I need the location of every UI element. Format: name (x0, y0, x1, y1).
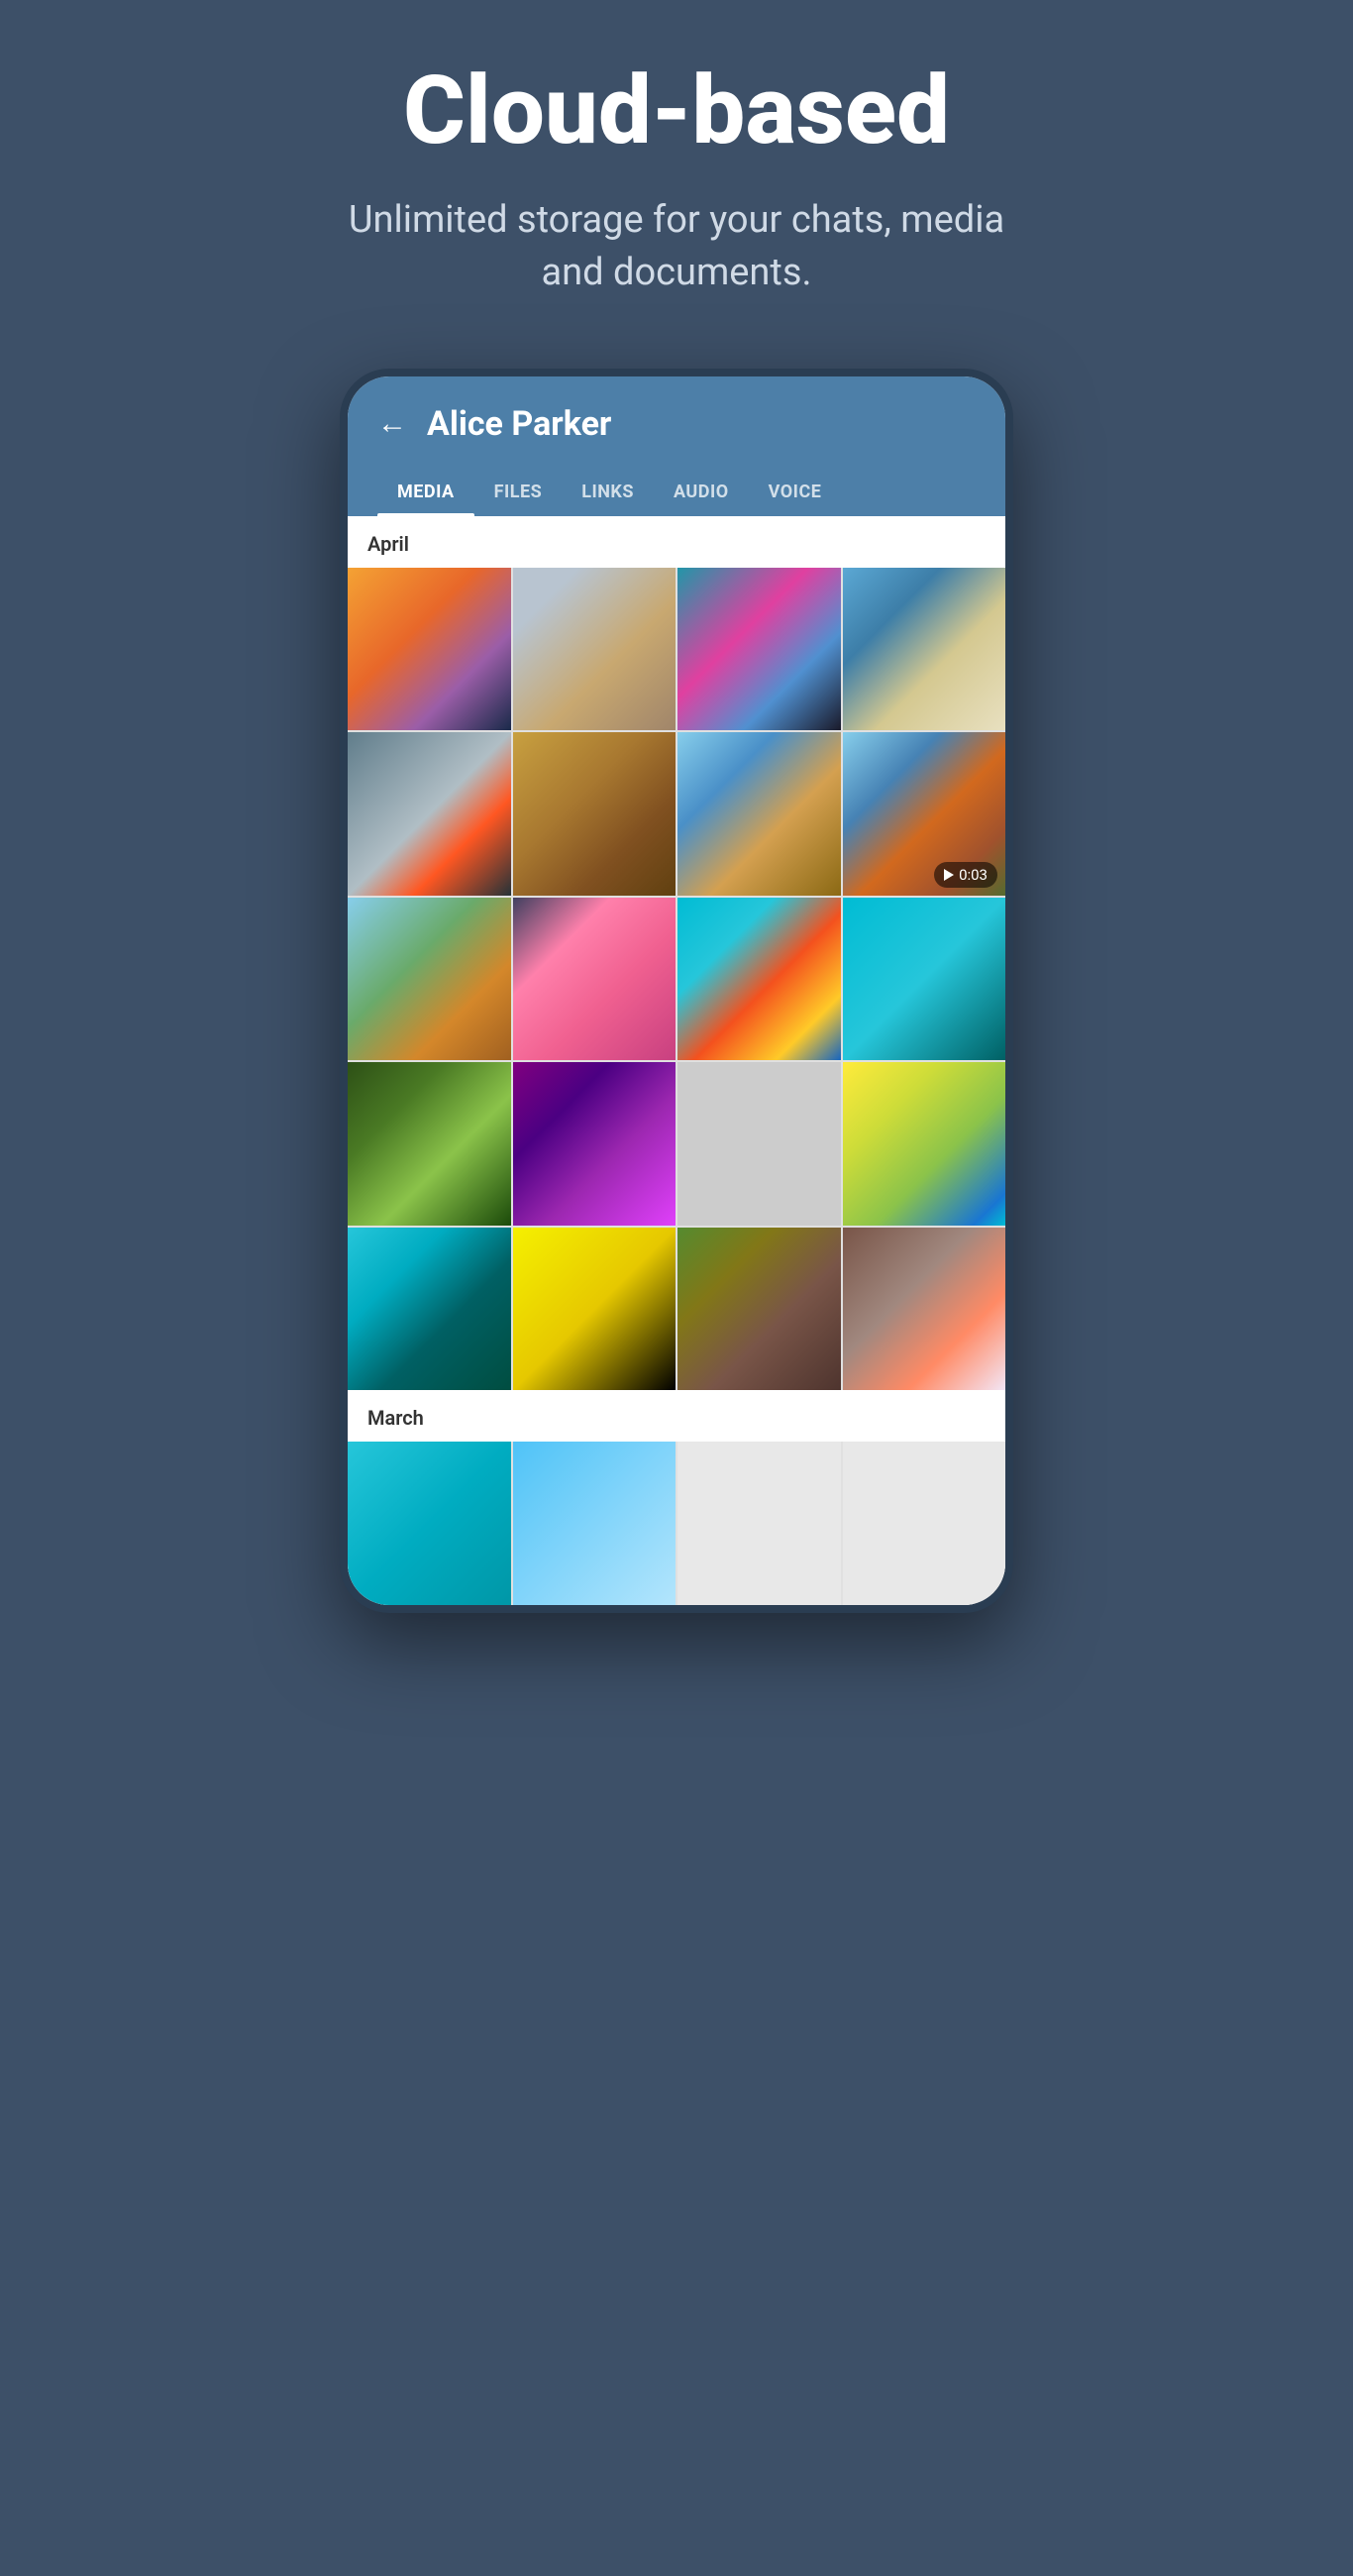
hero-subtitle: Unlimited storage for your chats, media … (330, 194, 1023, 299)
tab-voice[interactable]: VOICE (749, 468, 842, 516)
tab-audio[interactable]: AUDIO (654, 468, 749, 516)
photo-cell[interactable] (348, 1062, 511, 1226)
photo-cell[interactable] (348, 898, 511, 1061)
photo-cell[interactable] (677, 568, 841, 731)
march-photo-grid (348, 1442, 1005, 1605)
chat-name: Alice Parker (427, 404, 611, 444)
tab-links[interactable]: LINKS (562, 468, 654, 516)
photo-cell-video[interactable]: 0:03 (843, 732, 1006, 896)
photo-cell[interactable] (513, 568, 676, 731)
photo-cell[interactable] (513, 1228, 676, 1391)
section-label-march: March (348, 1390, 1005, 1442)
photo-cell[interactable] (348, 1228, 511, 1391)
april-photo-grid: 0:03 (348, 568, 1005, 1391)
photo-cell[interactable] (843, 1228, 1006, 1391)
photo-cell[interactable] (348, 732, 511, 896)
photo-cell[interactable] (348, 1442, 511, 1605)
photo-cell[interactable] (677, 898, 841, 1061)
photo-cell[interactable] (677, 732, 841, 896)
photo-cell[interactable] (843, 1062, 1006, 1226)
photo-cell[interactable] (513, 898, 676, 1061)
video-duration: 0:03 (959, 866, 988, 884)
section-label-april: April (348, 516, 1005, 568)
phone-header: ← Alice Parker MEDIA FILES LINKS AUDIO V… (348, 376, 1005, 516)
photo-cell[interactable] (348, 568, 511, 731)
back-button[interactable]: ← (377, 406, 407, 441)
tab-files[interactable]: FILES (474, 468, 563, 516)
photo-cell[interactable] (677, 1062, 841, 1226)
phone-mockup: ← Alice Parker MEDIA FILES LINKS AUDIO V… (340, 369, 1013, 1613)
photo-cell-empty (843, 1442, 1006, 1605)
phone-content: April 0:03 (348, 516, 1005, 1605)
photo-cell[interactable] (677, 1228, 841, 1391)
hero-title: Cloud-based (403, 59, 950, 164)
photo-cell-empty (677, 1442, 841, 1605)
tabs-row: MEDIA FILES LINKS AUDIO VOICE (377, 468, 976, 516)
photo-cell[interactable] (843, 568, 1006, 731)
photo-cell[interactable] (513, 1062, 676, 1226)
video-duration-overlay: 0:03 (934, 862, 997, 888)
photo-cell[interactable] (513, 1442, 676, 1605)
tab-media[interactable]: MEDIA (377, 468, 474, 516)
photo-cell[interactable] (513, 732, 676, 896)
play-icon (944, 869, 954, 881)
photo-cell[interactable] (843, 898, 1006, 1061)
